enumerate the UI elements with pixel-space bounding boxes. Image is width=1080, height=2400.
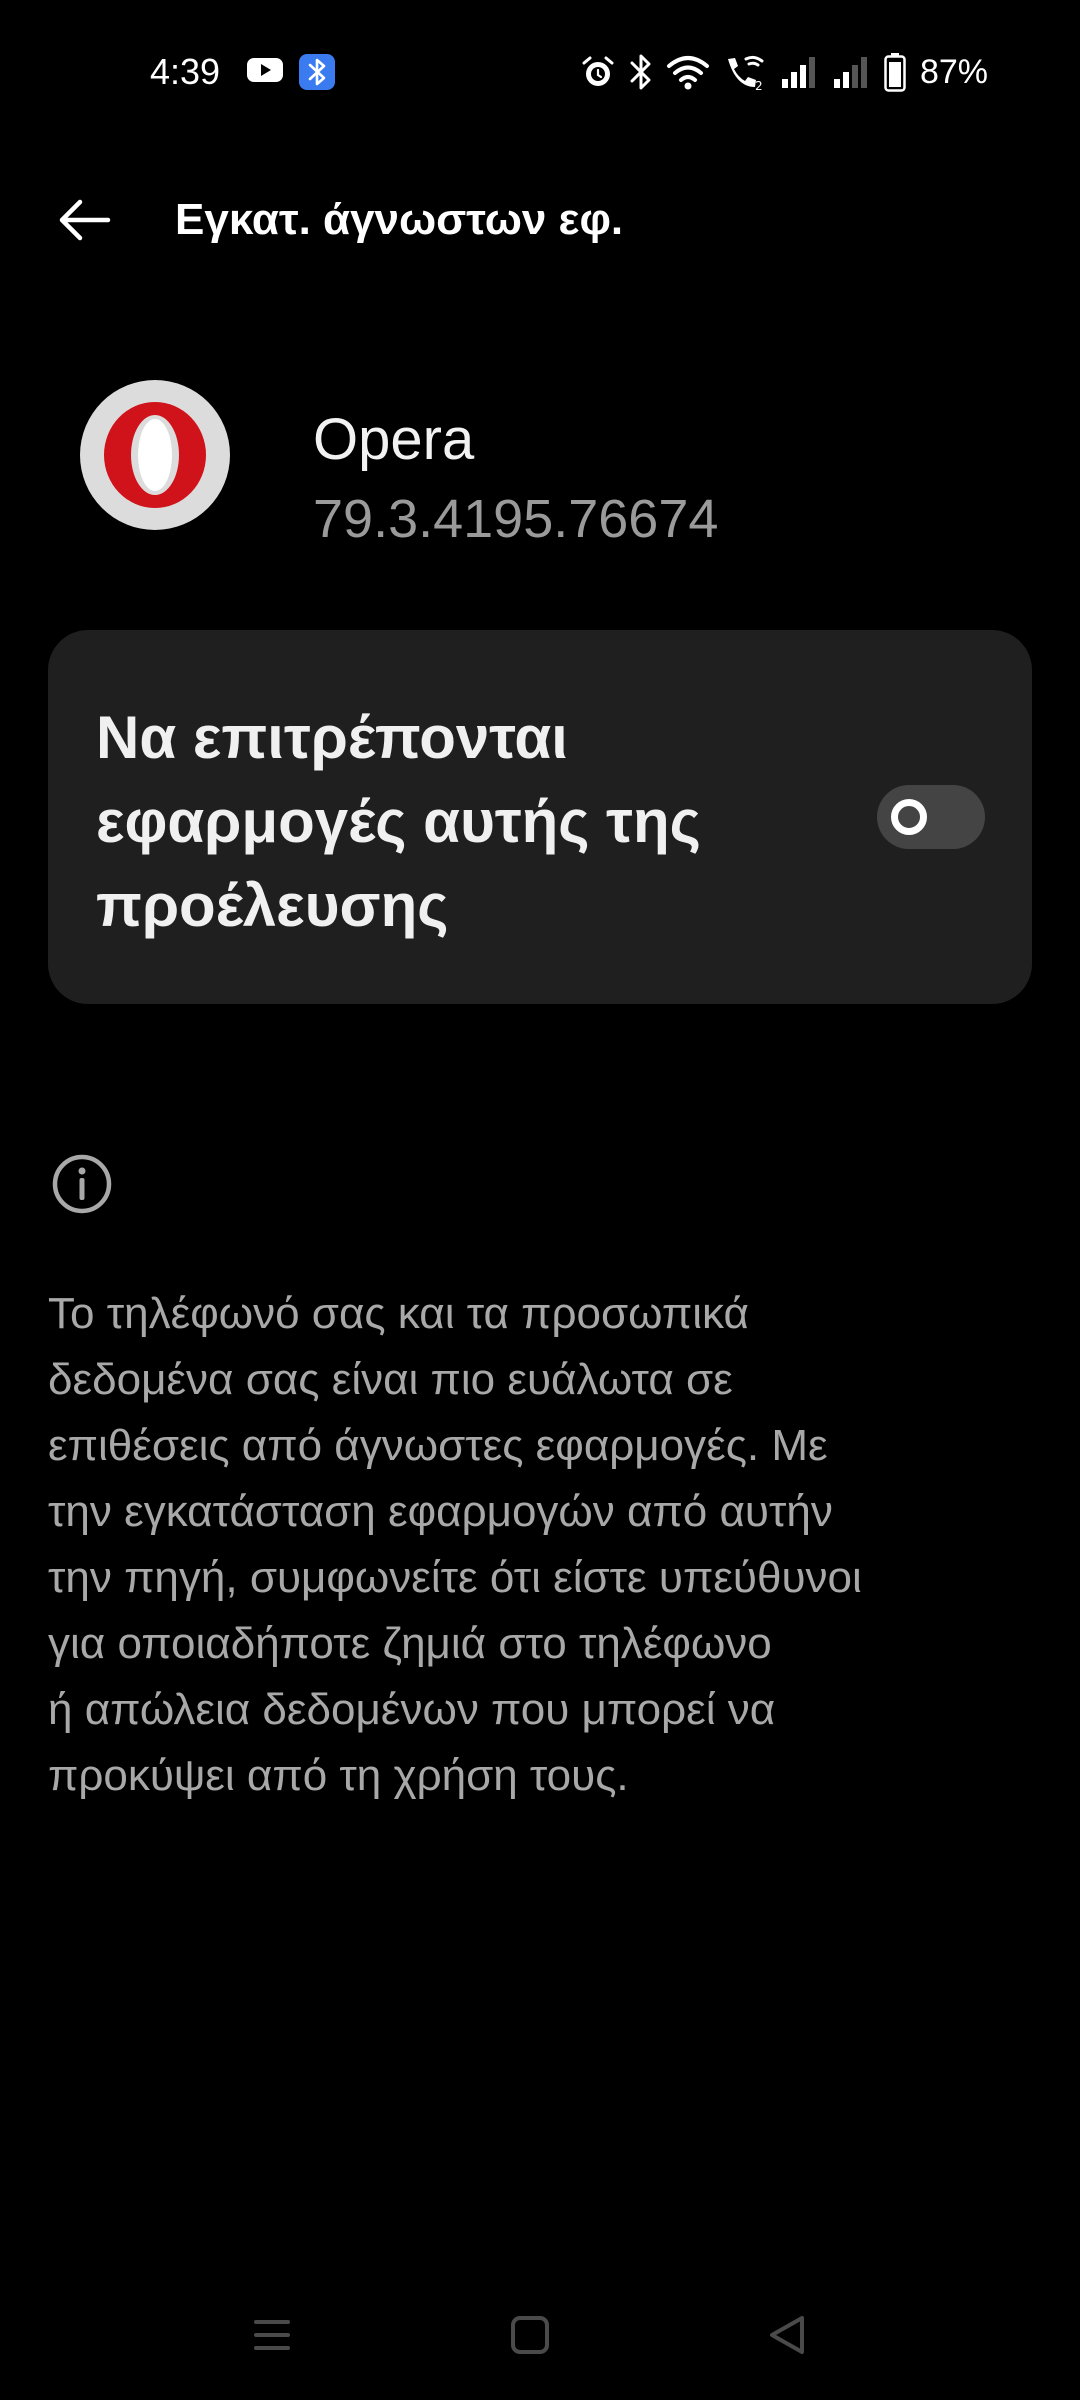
svg-text:2: 2 [755, 79, 763, 91]
status-time: 4:39 [150, 51, 221, 92]
allow-source-label: Να επιτρέπονται εφαρμογές αυτής της προέ… [96, 704, 701, 939]
signal-sim2-icon [833, 57, 867, 88]
status-left-icons [245, 54, 335, 90]
battery-icon [884, 53, 906, 92]
nav-back-button[interactable] [758, 2310, 818, 2360]
home-button[interactable] [500, 2310, 560, 2360]
wifi-icon [666, 56, 709, 90]
allow-source-toggle[interactable] [877, 785, 985, 849]
allow-source-setting[interactable]: Να επιτρέπονται εφαρμογές αυτής της προέ… [48, 630, 1032, 1004]
app-bar: Εγκατ. άγνωστων εφ. [0, 170, 1080, 270]
app-version: 79.3.4195.76674 [313, 489, 719, 549]
back-button[interactable] [54, 190, 134, 250]
home-icon [511, 2316, 549, 2354]
status-right-icons: 2 87% [580, 50, 988, 94]
youtube-icon [247, 58, 283, 82]
app-info: Opera 79.3.4195.76674 [0, 375, 1080, 549]
back-icon [770, 2316, 804, 2354]
alarm-icon [582, 56, 614, 86]
bluetooth-icon [630, 54, 651, 90]
status-bar: 4:39 2 87% [0, 0, 1080, 140]
app-name: Opera [313, 407, 475, 472]
info-icon [52, 1154, 112, 1214]
back-arrow-icon [59, 199, 111, 241]
recent-apps-button[interactable] [242, 2310, 302, 2360]
bluetooth-app-icon [299, 54, 335, 90]
opera-logo-icon [80, 380, 230, 530]
wifi-calling-icon: 2 [727, 55, 764, 91]
battery-percentage: 87% [919, 53, 988, 91]
toggle-knob [891, 799, 927, 835]
page-title: Εγκατ. άγνωστων εφ. [175, 195, 624, 244]
warning-text: Το τηλέφωνό σας και τα προσωπικά δεδομέν… [48, 1289, 862, 1800]
menu-icon [254, 2320, 290, 2350]
signal-sim1-icon [781, 57, 815, 88]
navigation-bar [0, 2290, 1080, 2380]
